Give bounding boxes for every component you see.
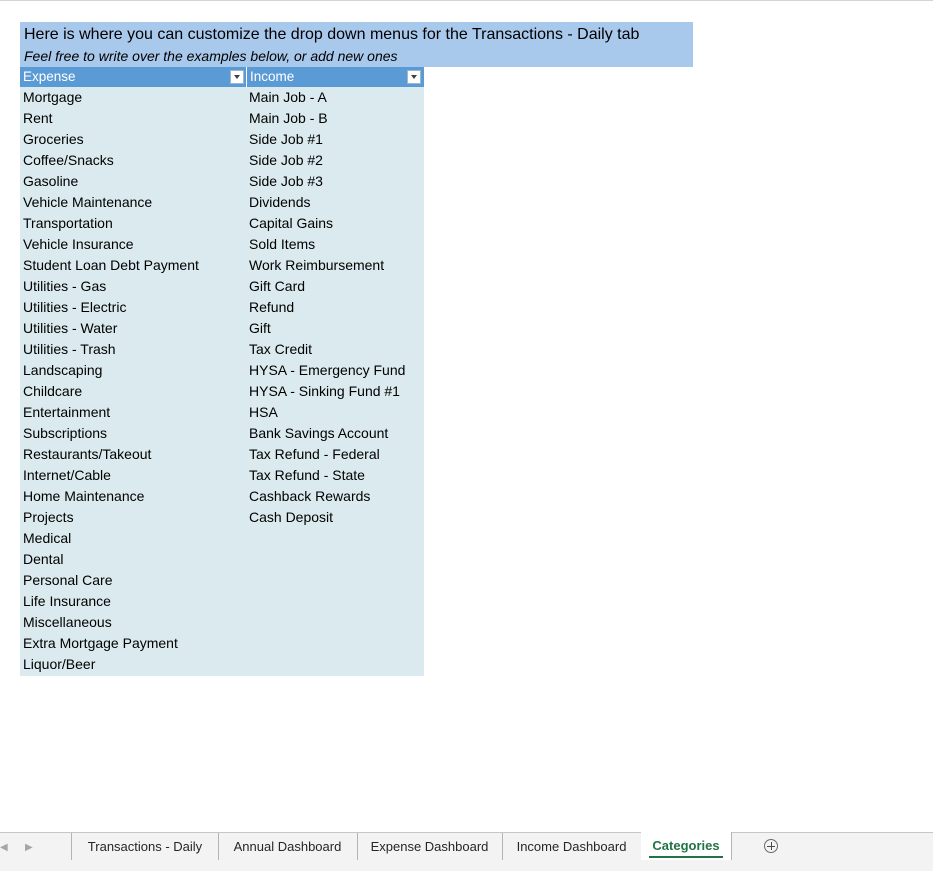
- expense-cell[interactable]: Medical: [23, 528, 243, 549]
- expense-cell[interactable]: Restaurants/Takeout: [23, 444, 243, 465]
- sheet-tab-label: Income Dashboard: [516, 839, 627, 854]
- expense-list: Mortgage Rent Groceries Coffee/Snacks Gasoli…: [23, 87, 243, 675]
- income-header-label: Income: [250, 69, 295, 84]
- income-cell[interactable]: Gift: [249, 318, 424, 339]
- sheet-tab-bar: ◀ ▶ Transactions - Daily Annual Dashboard…: [0, 832, 933, 871]
- banner-title: Here is where you can customize the drop…: [24, 26, 640, 43]
- income-cell[interactable]: Cashback Rewards: [249, 486, 424, 507]
- expense-cell[interactable]: Gasoline: [23, 171, 243, 192]
- add-sheet-icon[interactable]: [764, 839, 778, 853]
- sheet-tab-label: Categories: [652, 838, 720, 853]
- expense-cell[interactable]: Childcare: [23, 381, 243, 402]
- expense-header-label: Expense: [23, 69, 76, 84]
- sheet-tab-label: Transactions - Daily: [87, 839, 203, 854]
- instructions-banner[interactable]: Here is where you can customize the drop…: [20, 22, 693, 67]
- expense-cell[interactable]: Dental: [23, 549, 243, 570]
- income-cell[interactable]: HYSA - Emergency Fund: [249, 360, 424, 381]
- expense-cell[interactable]: Projects: [23, 507, 243, 528]
- income-list: Main Job - A Main Job - B Side Job #1 Side …: [249, 87, 424, 528]
- income-cell[interactable]: Tax Credit: [249, 339, 424, 360]
- income-cell[interactable]: HSA: [249, 402, 424, 423]
- expense-cell[interactable]: Groceries: [23, 129, 243, 150]
- expense-cell[interactable]: Personal Care: [23, 570, 243, 591]
- income-cell[interactable]: Tax Refund - State: [249, 465, 424, 486]
- banner-subtitle: Feel free to write over the examples bel…: [24, 48, 398, 64]
- active-tab-underline: [649, 856, 723, 858]
- income-cell[interactable]: Capital Gains: [249, 213, 424, 234]
- income-cell[interactable]: Bank Savings Account: [249, 423, 424, 444]
- expense-cell[interactable]: Home Maintenance: [23, 486, 243, 507]
- scroll-tabs-left-icon[interactable]: ◀: [0, 842, 10, 854]
- sheet-tab-income-dashboard[interactable]: Income Dashboard: [502, 833, 642, 860]
- income-cell[interactable]: Work Reimbursement: [249, 255, 424, 276]
- income-cell[interactable]: Cash Deposit: [249, 507, 424, 528]
- expense-cell[interactable]: Internet/Cable: [23, 465, 243, 486]
- sheet-tab-categories[interactable]: Categories: [641, 832, 732, 860]
- income-cell[interactable]: Main Job - A: [249, 87, 424, 108]
- income-cell[interactable]: Gift Card: [249, 276, 424, 297]
- expense-cell[interactable]: Landscaping: [23, 360, 243, 381]
- sheet-tab-label: Expense Dashboard: [370, 839, 489, 854]
- scroll-tabs-right-icon[interactable]: ▶: [25, 842, 35, 854]
- sheet-tab-label: Annual Dashboard: [233, 839, 342, 854]
- income-cell[interactable]: HYSA - Sinking Fund #1: [249, 381, 424, 402]
- expense-cell[interactable]: Subscriptions: [23, 423, 243, 444]
- expense-cell[interactable]: Vehicle Maintenance: [23, 192, 243, 213]
- income-cell[interactable]: Dividends: [249, 192, 424, 213]
- expense-cell[interactable]: Utilities - Trash: [23, 339, 243, 360]
- sheet-tab-transactions-daily[interactable]: Transactions - Daily: [71, 833, 219, 860]
- income-cell[interactable]: Side Job #3: [249, 171, 424, 192]
- income-cell[interactable]: Main Job - B: [249, 108, 424, 129]
- categories-table: Expense Income Mortgage Rent Groceries Coff…: [20, 67, 424, 676]
- worksheet-grid[interactable]: Here is where you can customize the drop…: [0, 0, 933, 832]
- expense-cell[interactable]: Coffee/Snacks: [23, 150, 243, 171]
- expense-cell[interactable]: Miscellaneous: [23, 612, 243, 633]
- income-cell[interactable]: Sold Items: [249, 234, 424, 255]
- income-cell[interactable]: Refund: [249, 297, 424, 318]
- expense-cell[interactable]: Extra Mortgage Payment: [23, 633, 243, 654]
- expense-filter-dropdown-icon[interactable]: [230, 70, 244, 84]
- expense-cell[interactable]: Vehicle Insurance: [23, 234, 243, 255]
- expense-cell[interactable]: Utilities - Electric: [23, 297, 243, 318]
- expense-column-header[interactable]: Expense: [20, 67, 246, 87]
- income-filter-dropdown-icon[interactable]: [407, 70, 421, 84]
- income-cell[interactable]: Tax Refund - Federal: [249, 444, 424, 465]
- expense-cell[interactable]: Mortgage: [23, 87, 243, 108]
- expense-cell[interactable]: Student Loan Debt Payment: [23, 255, 243, 276]
- expense-cell[interactable]: Life Insurance: [23, 591, 243, 612]
- table-header-row: Expense Income: [20, 67, 424, 87]
- expense-cell[interactable]: Utilities - Water: [23, 318, 243, 339]
- sheet-tab-expense-dashboard[interactable]: Expense Dashboard: [357, 833, 503, 860]
- expense-cell[interactable]: Transportation: [23, 213, 243, 234]
- income-column-header[interactable]: Income: [246, 67, 424, 87]
- income-cell[interactable]: Side Job #2: [249, 150, 424, 171]
- income-cell[interactable]: Side Job #1: [249, 129, 424, 150]
- expense-cell[interactable]: Entertainment: [23, 402, 243, 423]
- expense-cell[interactable]: Utilities - Gas: [23, 276, 243, 297]
- sheet-tab-annual-dashboard[interactable]: Annual Dashboard: [218, 833, 358, 860]
- expense-cell[interactable]: Liquor/Beer: [23, 654, 243, 675]
- expense-cell[interactable]: Rent: [23, 108, 243, 129]
